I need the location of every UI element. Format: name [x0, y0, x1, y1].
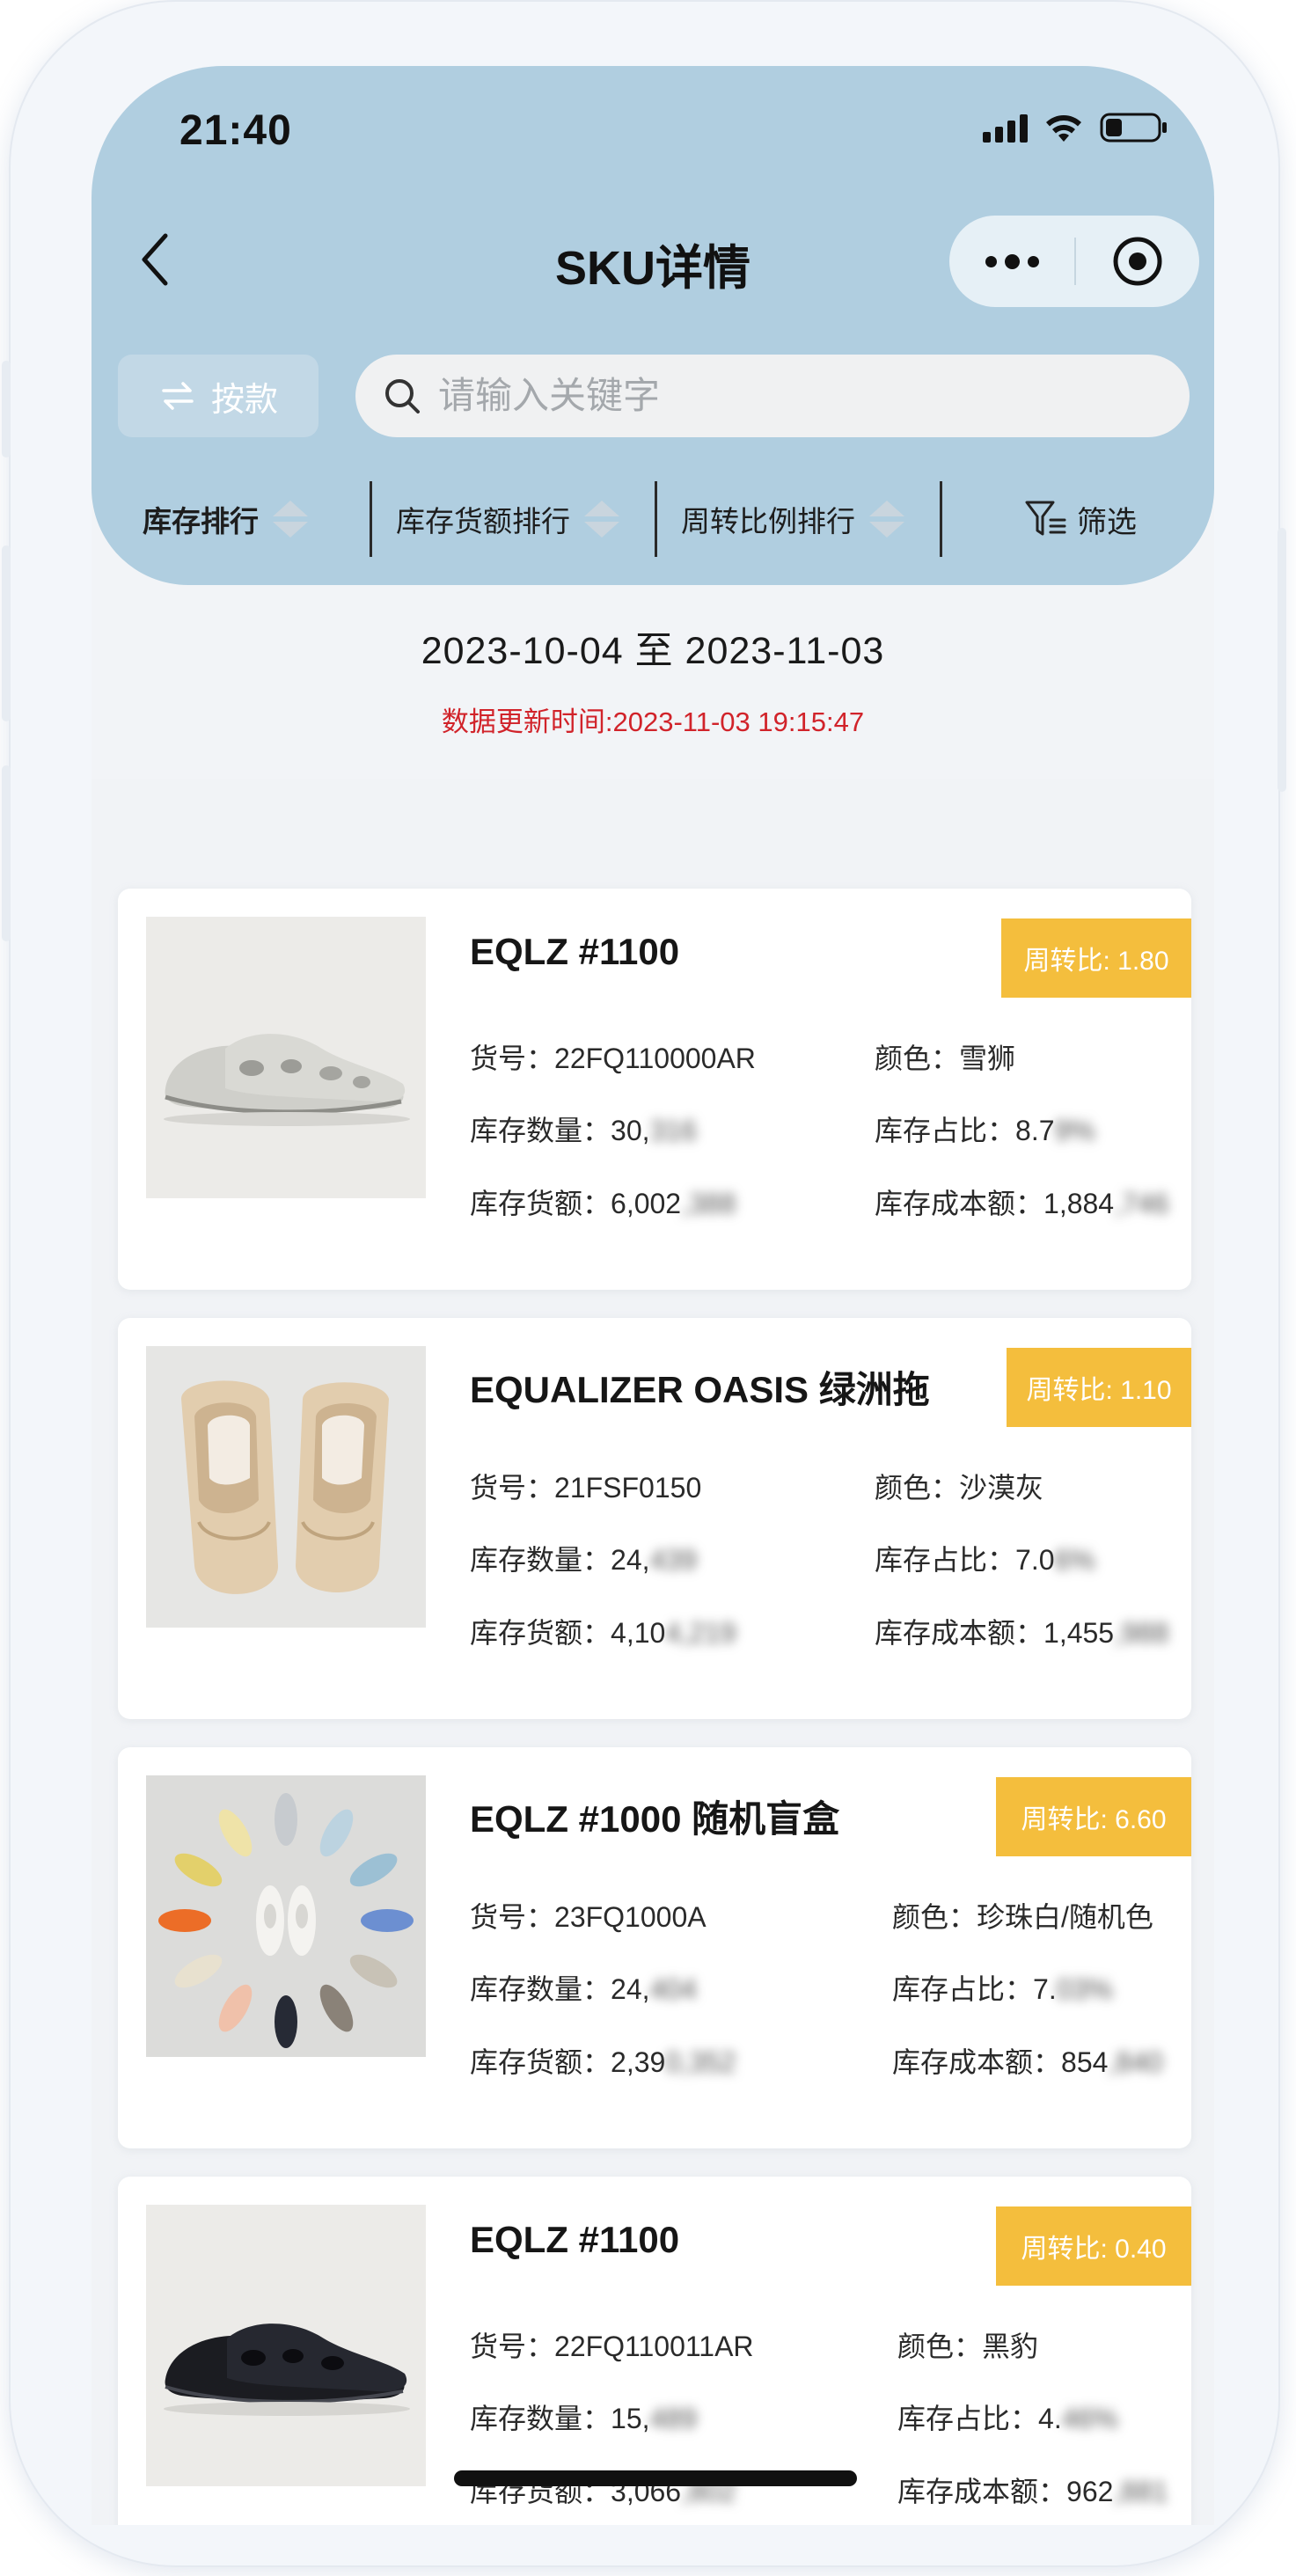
product-name: EQLZ #1000 随机盲盒: [470, 1798, 840, 1840]
sku-field: 货号：21FSF0150: [470, 1472, 702, 1504]
search-icon: [385, 379, 420, 413]
stock-amount-field: 库存货额：6,002,388: [470, 1188, 736, 1219]
stock-cost-field: 库存成本额：1,884,746: [875, 1188, 1169, 1219]
sort-stock-amount-rank[interactable]: 库存货额排行: [396, 479, 619, 559]
date-range[interactable]: 2023-10-04 至 2023-11-03: [92, 620, 1214, 675]
search-box[interactable]: [355, 355, 1190, 437]
stock-ratio-field: 库存占比：4.46%: [897, 2403, 1118, 2434]
product-card[interactable]: EQLZ #1000 随机盲盒 周转比: 6.60 货号：23FQ1000A 颜…: [118, 1747, 1191, 2148]
product-name: EQUALIZER OASIS 绿洲拖: [470, 1369, 930, 1410]
product-image-sand-slide: [146, 1346, 426, 1628]
sort-stock-rank[interactable]: 库存排行: [143, 479, 308, 559]
cellular-signal-icon: [983, 113, 1028, 143]
turnover-badge: 周转比: 1.80: [1001, 918, 1191, 998]
stock-qty-field: 库存数量：15,489: [470, 2403, 697, 2434]
product-card[interactable]: EQLZ #1100 周转比: 1.80 货号：22FQ110000AR 颜色：…: [118, 889, 1191, 1290]
battery-icon: [1100, 113, 1167, 143]
sort-turnover-rank[interactable]: 周转比例排行: [681, 479, 904, 559]
status-time: 21:40: [179, 107, 292, 154]
data-update-time: 数据更新时间:2023-11-03 19:15:47: [441, 706, 865, 737]
color-field: 颜色：雪狮: [875, 1043, 1016, 1074]
stock-qty-field: 库存数量：30,316: [470, 1115, 697, 1146]
turnover-badge: 周转比: 0.40: [996, 2206, 1191, 2286]
stock-cost-field: 库存成本额：854,840: [892, 2046, 1163, 2078]
style-toggle-label: 按款: [210, 381, 278, 419]
turnover-badge: 周转比: 1.10: [1007, 1348, 1191, 1427]
phone-volume-up-button: [2, 545, 11, 721]
filter-button[interactable]: 筛选: [1024, 479, 1137, 559]
stock-ratio-field: 库存占比：7.06%: [875, 1544, 1095, 1576]
stock-qty-field: 库存数量：24,404: [470, 1973, 697, 2005]
product-image-grey-slide: [146, 917, 426, 1198]
sort-divider: [370, 481, 372, 557]
product-name: EQLZ #1100: [470, 2219, 680, 2260]
style-toggle-button[interactable]: 按款: [118, 355, 319, 437]
color-field: 颜色：珍珠白/随机色: [892, 1901, 1153, 1933]
sort-arrows-icon: [869, 501, 904, 538]
stock-cost-field: 库存成本额：1,455,988: [875, 1617, 1169, 1649]
turnover-badge: 周转比: 6.60: [996, 1777, 1191, 1856]
header: 21:40 SKU详情 按款 请输入关键字 库存排行 库存货额排行 周转比例排行…: [92, 66, 1214, 585]
sort-arrows-icon: [584, 501, 619, 538]
sort-divider: [940, 481, 942, 557]
sort-turnover-rank-label: 周转比例排行: [681, 505, 855, 538]
home-indicator[interactable]: [454, 2470, 857, 2486]
stock-amount-field: 库存货额：4,104,219: [470, 1617, 736, 1649]
color-field: 颜色：黑豹: [897, 2331, 1039, 2362]
sort-stock-rank-label: 库存排行: [143, 505, 259, 538]
filter-funnel-icon: [1025, 501, 1066, 536]
product-image-blind-box: [146, 1775, 426, 2057]
sort-bar: 库存排行 库存货额排行 周转比例排行 筛选: [92, 479, 1214, 559]
status-icons: [983, 112, 1168, 143]
sort-stock-amount-rank-label: 库存货额排行: [396, 505, 570, 538]
sort-arrows-icon: [273, 501, 308, 538]
close-target-icon[interactable]: [1076, 216, 1199, 307]
sku-field: 货号：22FQ110000AR: [470, 1043, 756, 1074]
stock-ratio-field: 库存占比：7.03%: [892, 1973, 1113, 2005]
stock-qty-field: 库存数量：24,439: [470, 1544, 697, 1576]
more-dots-icon[interactable]: [949, 216, 1074, 307]
product-list: EQLZ #1100 周转比: 1.80 货号：22FQ110000AR 颜色：…: [92, 779, 1214, 2525]
stock-ratio-field: 库存占比：8.79%: [875, 1115, 1095, 1146]
wifi-icon: [1046, 115, 1081, 142]
phone-screen: 21:40 SKU详情 按款 请输入关键字 库存排行 库存货额排行 周转比例排行…: [92, 66, 1214, 2525]
sort-divider: [655, 481, 657, 557]
filter-label: 筛选: [1077, 505, 1137, 539]
swap-arrows-icon: [162, 382, 194, 410]
search-input[interactable]: [438, 375, 1142, 417]
phone-volume-down-button: [2, 765, 11, 941]
miniprogram-capsule: [949, 216, 1199, 307]
phone-side-button: [2, 361, 11, 457]
stock-amount-field: 库存货额：2,390,352: [470, 2046, 736, 2078]
product-name: EQLZ #1100: [470, 931, 680, 972]
color-field: 颜色：沙漠灰: [875, 1472, 1044, 1504]
stock-cost-field: 库存成本额：962,881: [897, 2476, 1168, 2507]
product-image-black-slide: [146, 2205, 426, 2486]
sku-field: 货号：22FQ110011AR: [470, 2331, 754, 2362]
product-card[interactable]: EQUALIZER OASIS 绿洲拖 周转比: 1.10 货号：21FSF01…: [118, 1318, 1191, 1719]
phone-power-button: [1278, 528, 1286, 792]
sku-field: 货号：23FQ1000A: [470, 1901, 707, 1933]
